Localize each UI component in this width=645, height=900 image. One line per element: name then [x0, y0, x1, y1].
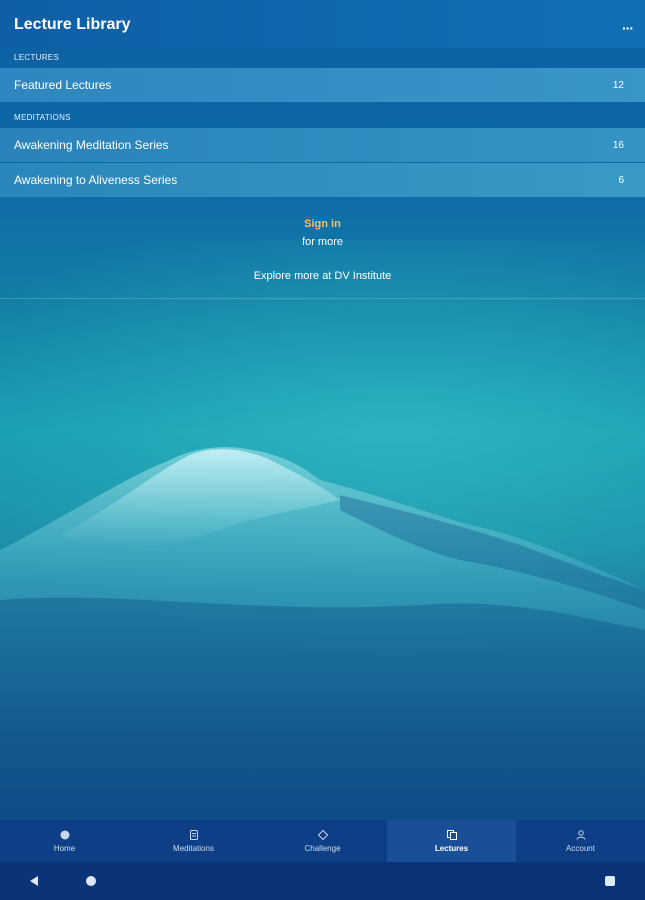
system-nav-bar — [0, 862, 645, 900]
list-item-awakening-to-aliveness-series[interactable]: Awakening to Aliveness Series 6 — [0, 163, 645, 197]
home-icon — [60, 830, 70, 840]
mountain-image — [0, 447, 645, 820]
list-item-label: Featured Lectures — [14, 78, 112, 92]
list-item-label: Awakening to Aliveness Series — [14, 173, 178, 187]
sign-in-suffix: for more — [302, 236, 343, 248]
recents-icon[interactable] — [605, 876, 615, 886]
app-header: Lecture Library ··· — [0, 0, 645, 48]
section-header-meditations: MEDITATIONS — [14, 113, 71, 122]
tab-challenge[interactable]: Challenge — [258, 820, 387, 862]
list-item-label: Awakening Meditation Series — [14, 138, 169, 152]
list-item-awakening-meditation-series[interactable]: Awakening Meditation Series 16 — [0, 128, 645, 162]
list-item-featured-lectures[interactable]: Featured Lectures 12 — [0, 68, 645, 102]
tab-lectures[interactable]: Lectures — [387, 820, 516, 862]
tab-label: Meditations — [173, 843, 214, 853]
tab-meditations[interactable]: Meditations — [129, 820, 258, 862]
back-icon[interactable] — [28, 874, 40, 892]
section-header-lectures: LECTURES — [14, 53, 60, 62]
tab-label: Account — [566, 843, 595, 853]
tab-account[interactable]: Account — [516, 820, 645, 862]
bottom-tab-bar: Home Meditations Challenge Lectures Acco… — [0, 820, 645, 862]
list-item-count: 12 — [612, 79, 624, 91]
lectures-icon — [446, 829, 457, 840]
account-icon — [576, 829, 586, 840]
page-title: Lecture Library — [14, 16, 131, 33]
tab-label: Lectures — [434, 843, 469, 853]
divider — [0, 298, 645, 299]
sign-in-link[interactable]: Sign in — [304, 218, 341, 230]
home-circle-icon[interactable] — [86, 876, 96, 886]
tab-home[interactable]: Home — [0, 820, 129, 862]
list-item-count: 6 — [618, 174, 624, 186]
list-item-count: 16 — [612, 139, 624, 151]
explore-link[interactable]: Explore more at DV Institute — [254, 270, 392, 282]
tab-label: Challenge — [304, 843, 341, 853]
tab-label: Home — [53, 843, 76, 853]
challenge-icon — [317, 829, 328, 840]
overflow-menu-icon[interactable]: ··· — [622, 20, 634, 36]
meditations-icon — [189, 829, 199, 840]
